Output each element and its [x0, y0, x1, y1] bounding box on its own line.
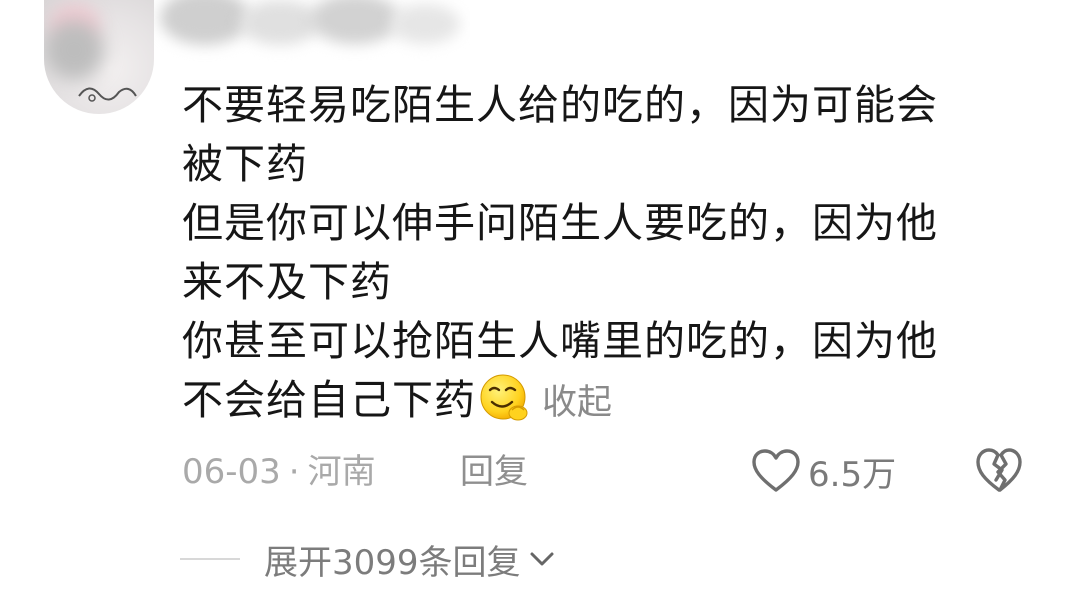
- comment-line: 被下药: [182, 140, 308, 188]
- comment-card: 不要轻易吃陌生人给的吃的，因为可能会 被下药 但是你可以伸手问陌生人要吃的，因为…: [0, 0, 1080, 592]
- comment-meta: 06-03 · 河南: [182, 448, 376, 496]
- meta-separator: ·: [288, 452, 300, 492]
- broken-heart-icon[interactable]: [974, 446, 1024, 494]
- collapse-button[interactable]: 收起: [542, 383, 612, 423]
- comment-line: 你甚至可以抢陌生人嘴里的吃的，因为他: [182, 317, 938, 365]
- expand-replies-button[interactable]: 展开3099条回复: [180, 534, 557, 584]
- divider-line: [180, 558, 240, 560]
- comment-date: 06-03: [182, 452, 281, 492]
- reply-button[interactable]: 回复: [460, 448, 528, 496]
- comment-line: 不会给自己下药: [182, 376, 476, 424]
- avatar[interactable]: [44, 0, 154, 114]
- comment-last-line: 不会给自己下药 收起: [182, 371, 1012, 433]
- comment-line: 不要轻易吃陌生人给的吃的，因为可能会: [182, 81, 938, 129]
- comment-line: 来不及下药: [182, 258, 392, 306]
- like-button[interactable]: 6.5万: [750, 444, 896, 498]
- heart-outline-icon: [752, 449, 800, 492]
- chevron-down-icon: [530, 552, 554, 566]
- expand-replies-label: 展开3099条回复: [264, 542, 521, 583]
- avatar-doodle: [78, 87, 137, 102]
- like-count: 6.5万: [808, 454, 897, 495]
- smirk-emoji-icon: [480, 374, 528, 421]
- comment-line: 但是你可以伸手问陌生人要吃的，因为他: [182, 199, 938, 247]
- comment-text: 不要轻易吃陌生人给的吃的，因为可能会 被下药 但是你可以伸手问陌生人要吃的，因为…: [182, 76, 1012, 433]
- comment-location: 河南: [307, 452, 376, 492]
